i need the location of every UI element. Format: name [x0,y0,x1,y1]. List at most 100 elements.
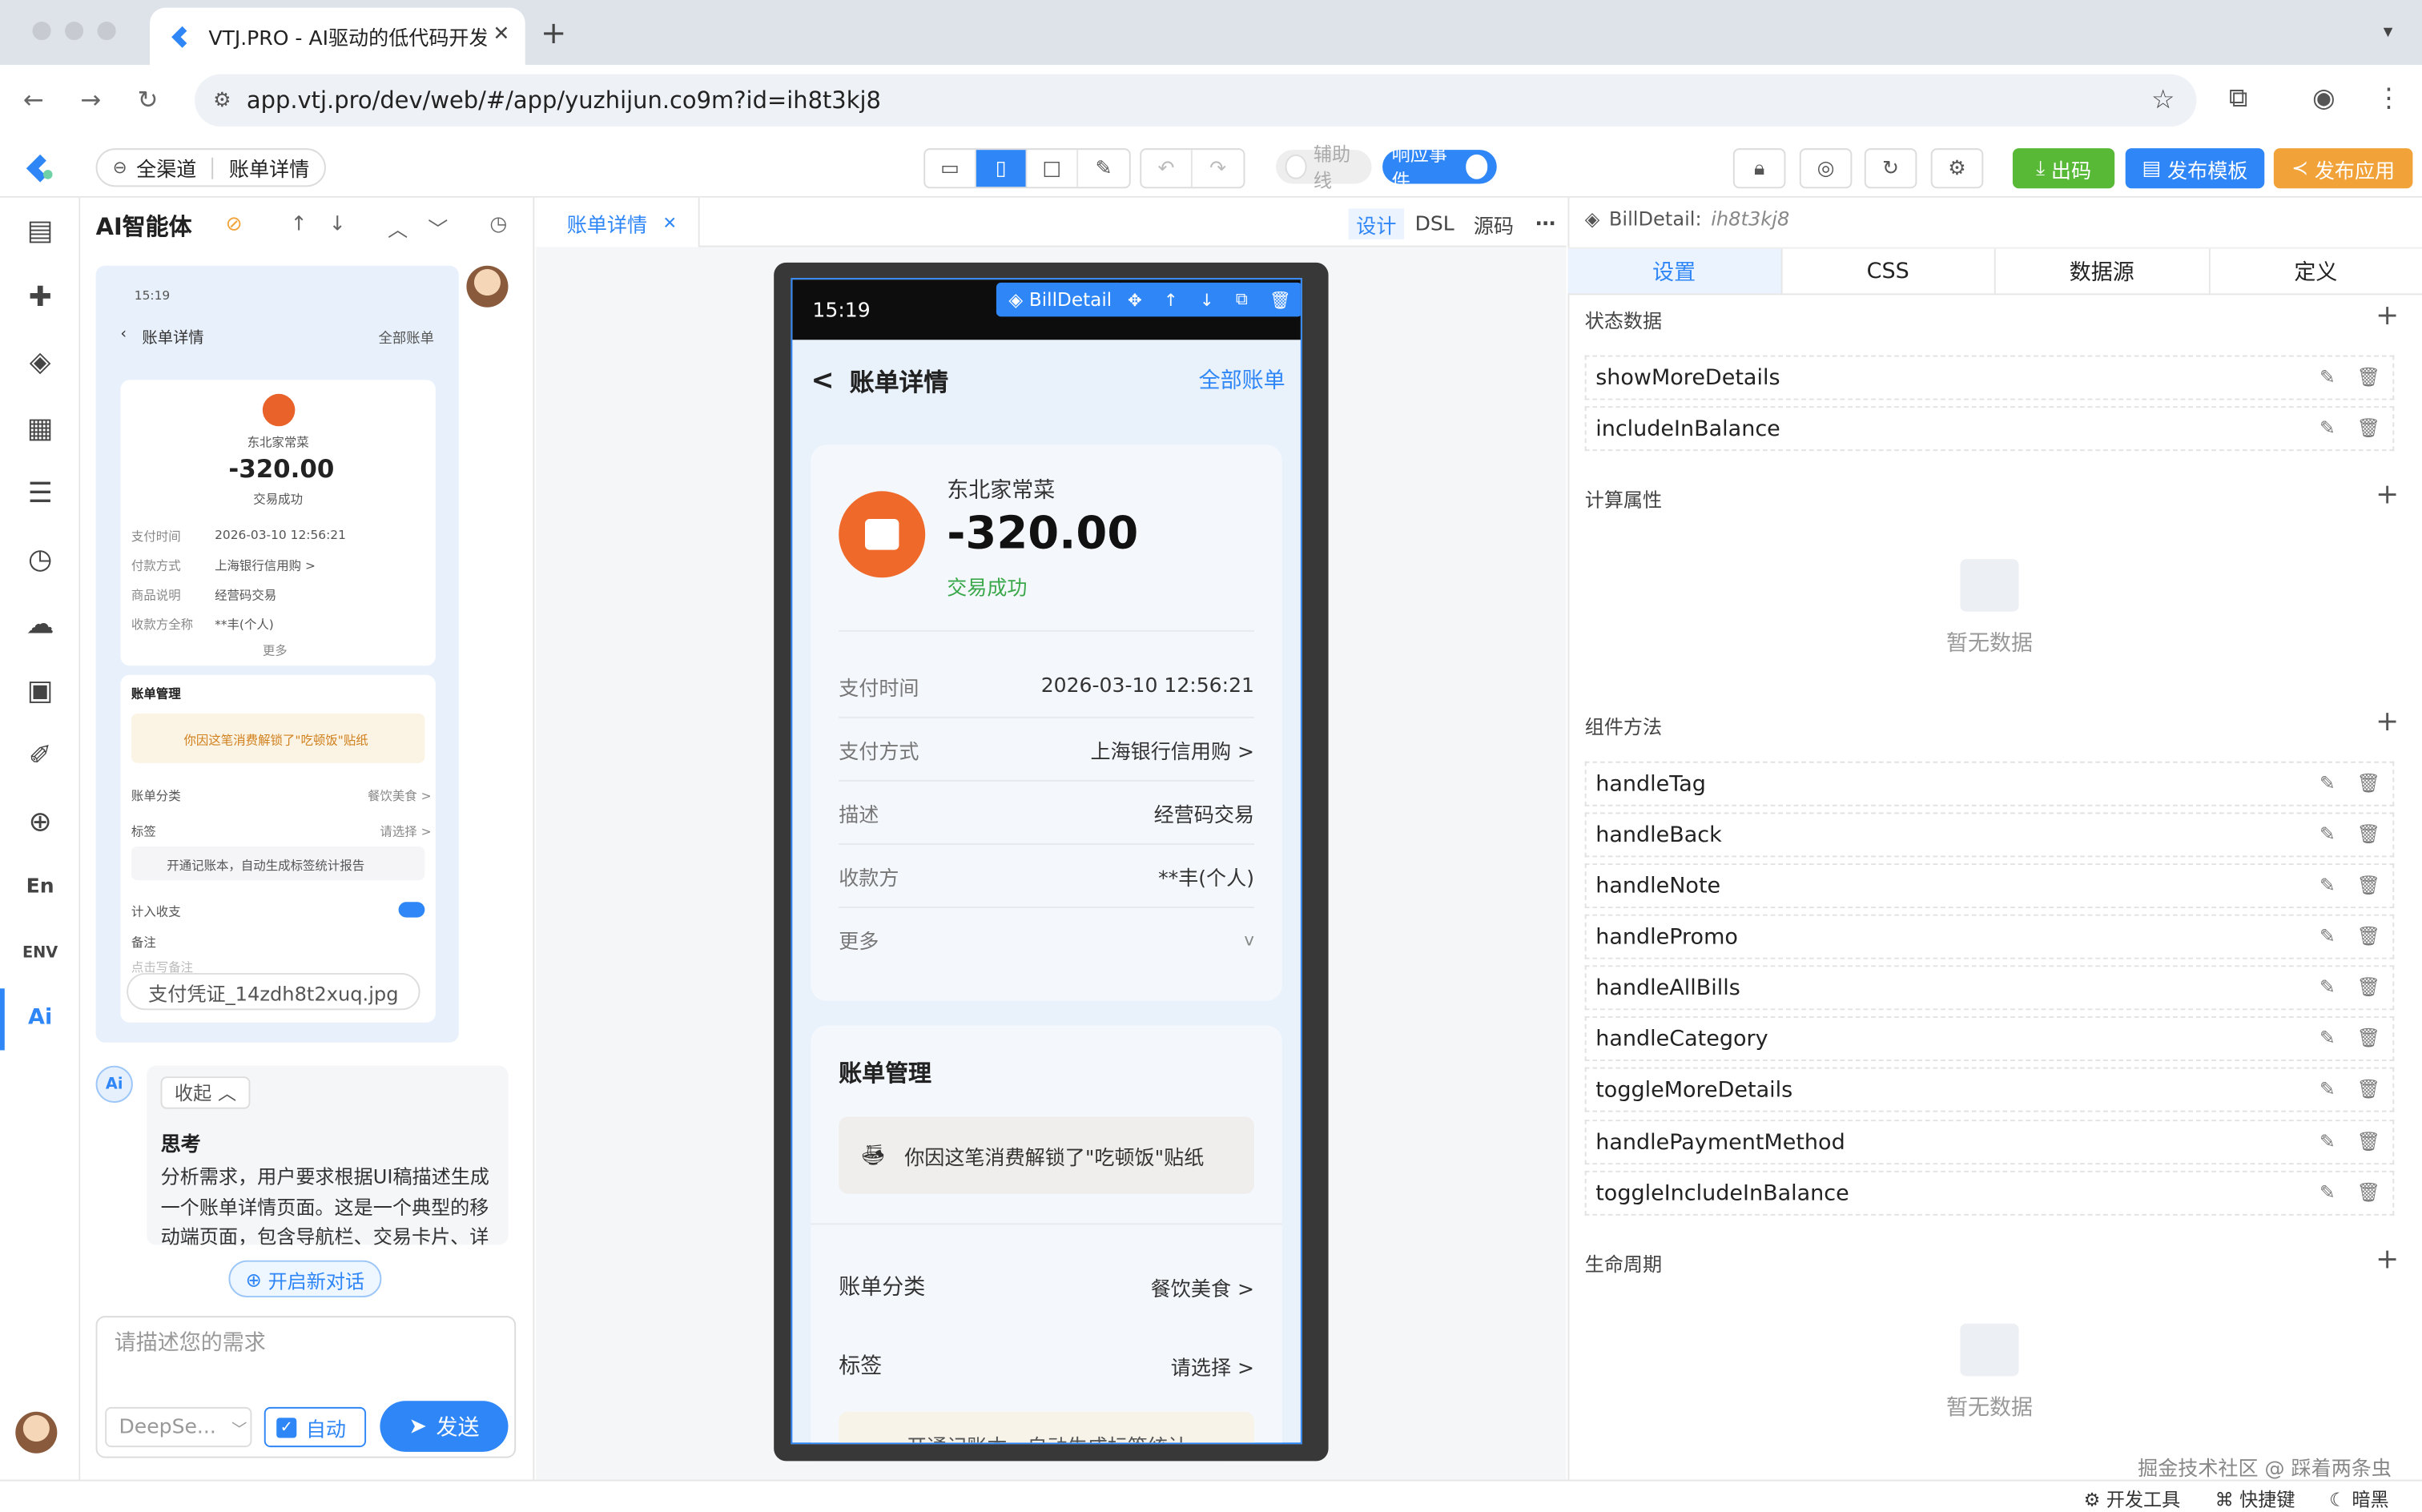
method-item[interactable]: handleNote ✎ 🗑︎ [1584,863,2395,908]
trash-icon[interactable]: 🗑︎ [2357,976,2380,998]
trash-icon[interactable]: 🗑︎ [2357,1181,2380,1203]
mode-design[interactable]: 设计 [1348,208,1405,239]
phone-back-icon[interactable]: < [811,364,834,396]
tablet-view-icon[interactable]: □ [1027,150,1079,187]
unlock-banner[interactable]: 🍜︎ 你因这笔消费解锁了"吃顿饭"贴纸 [839,1116,1254,1194]
chat-history-icon[interactable]: ◷ [489,213,507,236]
method-item[interactable]: handlePaymentMethod ✎ 🗑︎ [1584,1120,2395,1165]
scroll-top-icon[interactable]: ↑ [291,213,308,236]
method-item[interactable]: handleAllBills ✎ 🗑︎ [1584,965,2395,1011]
attachment-thumbnail[interactable]: 15:19 ‹ 账单详情 全部账单 东北家常菜 -320.00 交易成功 支付时… [95,265,459,1043]
component-tag[interactable]: ◈ BillDetail [996,282,1124,317]
pen-icon[interactable]: ✎ [1078,150,1129,187]
edit-icon[interactable]: ✎ [2319,976,2335,998]
lock-icon[interactable]: 🔒︎ [1732,148,1786,189]
tag-row[interactable]: 标签 请选择 > [839,1334,1254,1396]
plugin-icon[interactable]: ✚ [20,276,60,316]
edit-icon[interactable]: ✎ [2319,823,2335,845]
edit-icon[interactable]: ✎ [2319,366,2335,388]
move-icon[interactable]: ✥ [1128,290,1142,310]
method-item[interactable]: handleCategory ✎ 🗑︎ [1584,1015,2395,1061]
edit-icon[interactable]: ✎ [2319,1131,2335,1152]
tab-css[interactable]: CSS [1782,248,1996,294]
window-minimize-button[interactable] [64,21,84,41]
detail-row-more[interactable]: 更多 v [839,908,1254,971]
auto-checkbox[interactable]: ✓ 自动 [264,1406,367,1448]
edit-icon[interactable]: ✎ [2319,1181,2335,1203]
edit-icon[interactable]: ✎ [2319,417,2335,439]
more-icon[interactable]: ⋯ [1527,208,1563,239]
method-item[interactable]: toggleMoreDetails ✎ 🗑︎ [1584,1067,2395,1112]
app-logo-icon[interactable] [22,151,55,185]
breadcrumb-back[interactable]: 全渠道 [136,153,196,183]
new-chat-button[interactable]: ⊕ 开启新对话 [228,1260,382,1297]
undo-icon[interactable]: ↶ [1141,150,1193,187]
new-tab-button[interactable]: + [541,14,566,50]
reload-icon[interactable]: ↻ [138,85,159,115]
apps-grid-icon[interactable]: ▣ [20,670,60,710]
layout-icon[interactable]: ▦ [20,408,60,448]
hide-icon[interactable]: ⊘ [226,213,243,236]
method-item[interactable]: toggleIncludeInBalance ✎ 🗑︎ [1584,1170,2395,1216]
tab-settings[interactable]: 设置 [1567,248,1782,294]
desktop-view-icon[interactable]: ▭ [925,150,976,187]
edit-doc-icon[interactable]: ✐ [20,735,60,775]
ai-icon[interactable]: Ai [20,998,60,1038]
state-item[interactable]: showMoreDetails ✎ 🗑︎ [1584,355,2395,400]
browser-menu-icon[interactable]: ⋮ [2376,83,2402,115]
window-zoom-button[interactable] [97,21,116,41]
redo-icon[interactable]: ↷ [1193,150,1244,187]
refresh-icon[interactable]: ↻ [1864,148,1917,189]
method-item[interactable]: handlePromo ✎ 🗑︎ [1584,914,2395,959]
publish-template-button[interactable]: ▤ 发布模板 [2125,148,2265,189]
trash-icon[interactable]: 🗑︎ [2357,925,2380,947]
edit-icon[interactable]: ✎ [2319,1078,2335,1100]
edit-icon[interactable]: ✎ [2319,875,2335,896]
trash-icon[interactable]: 🗑︎ [2357,772,2380,794]
edit-icon[interactable]: ✎ [2319,925,2335,947]
outline-tree-icon[interactable]: ☰ [20,472,60,513]
mode-dsl[interactable]: DSL [1407,208,1462,239]
delete-icon[interactable]: 🗑︎ [1269,290,1291,310]
add-method-icon[interactable]: + [2376,706,2399,738]
pages-icon[interactable]: ▤ [20,210,60,250]
tab-datasource[interactable]: 数据源 [1996,248,2210,294]
guide-line-toggle[interactable]: 辅助线 [1275,143,1372,191]
detail-row-payment[interactable]: 支付方式 上海银行信用购 > [839,718,1254,782]
add-lifecycle-icon[interactable]: + [2376,1243,2399,1276]
globe-icon[interactable]: ⊕ [20,802,60,842]
collapse-button[interactable]: 收起 ︿ [160,1076,251,1109]
move-down-icon[interactable]: ↓ [1200,290,1214,310]
add-state-icon[interactable]: + [2376,300,2399,332]
trash-icon[interactable]: 🗑︎ [2357,1131,2380,1152]
api-cloud-icon[interactable]: ☁ [20,604,60,644]
window-close-button[interactable] [32,21,51,41]
send-button[interactable]: ➤ 发送 [380,1401,509,1452]
tab-search-button[interactable]: ▾ [2371,14,2404,47]
extensions-icon[interactable]: ⧉ [2229,83,2247,115]
promo-banner[interactable]: 开通记账本，自动生成标签统计 [839,1411,1254,1443]
browser-tab[interactable]: VTJ.PRO - AI驱动的低代码开发 ✕ [150,7,525,65]
settings-doc-icon[interactable]: ⚙ [1930,148,1984,189]
components-cube-icon[interactable]: ◈ [20,341,60,381]
profile-icon[interactable]: ◉ [2312,83,2336,115]
copy-icon[interactable]: ⧉ [1236,289,1248,311]
export-code-button[interactable]: ⤓ 出码 [2012,148,2115,189]
method-item[interactable]: handleTag ✎ 🗑︎ [1584,761,2395,806]
publish-app-button[interactable]: ≺ 发布应用 [2273,148,2413,189]
history-icon[interactable]: ◷ [20,539,60,579]
close-icon[interactable]: ✕ [662,212,677,232]
trash-icon[interactable]: 🗑︎ [2357,823,2380,845]
method-item[interactable]: handleBack ✎ 🗑︎ [1584,812,2395,858]
trash-icon[interactable]: 🗑︎ [2357,366,2380,388]
mobile-view-icon[interactable]: ▯ [976,150,1028,187]
bookmark-star-icon[interactable]: ☆ [2151,85,2175,116]
forward-arrow-icon[interactable]: → [80,85,101,115]
trash-icon[interactable]: 🗑︎ [2357,1078,2380,1100]
back-arrow-icon[interactable]: ← [23,85,44,115]
trash-icon[interactable]: 🗑︎ [2357,875,2380,896]
phone-screen[interactable]: 15:19 ◈ BillDetail ✥ ↑ ↓ ⧉ 🗑︎ < 账单详情 全部账单… [791,278,1302,1445]
site-settings-icon[interactable]: ⚙ [213,89,231,112]
scroll-bottom-icon[interactable]: ↓ [329,213,346,236]
i18n-icon[interactable]: En [20,867,60,907]
